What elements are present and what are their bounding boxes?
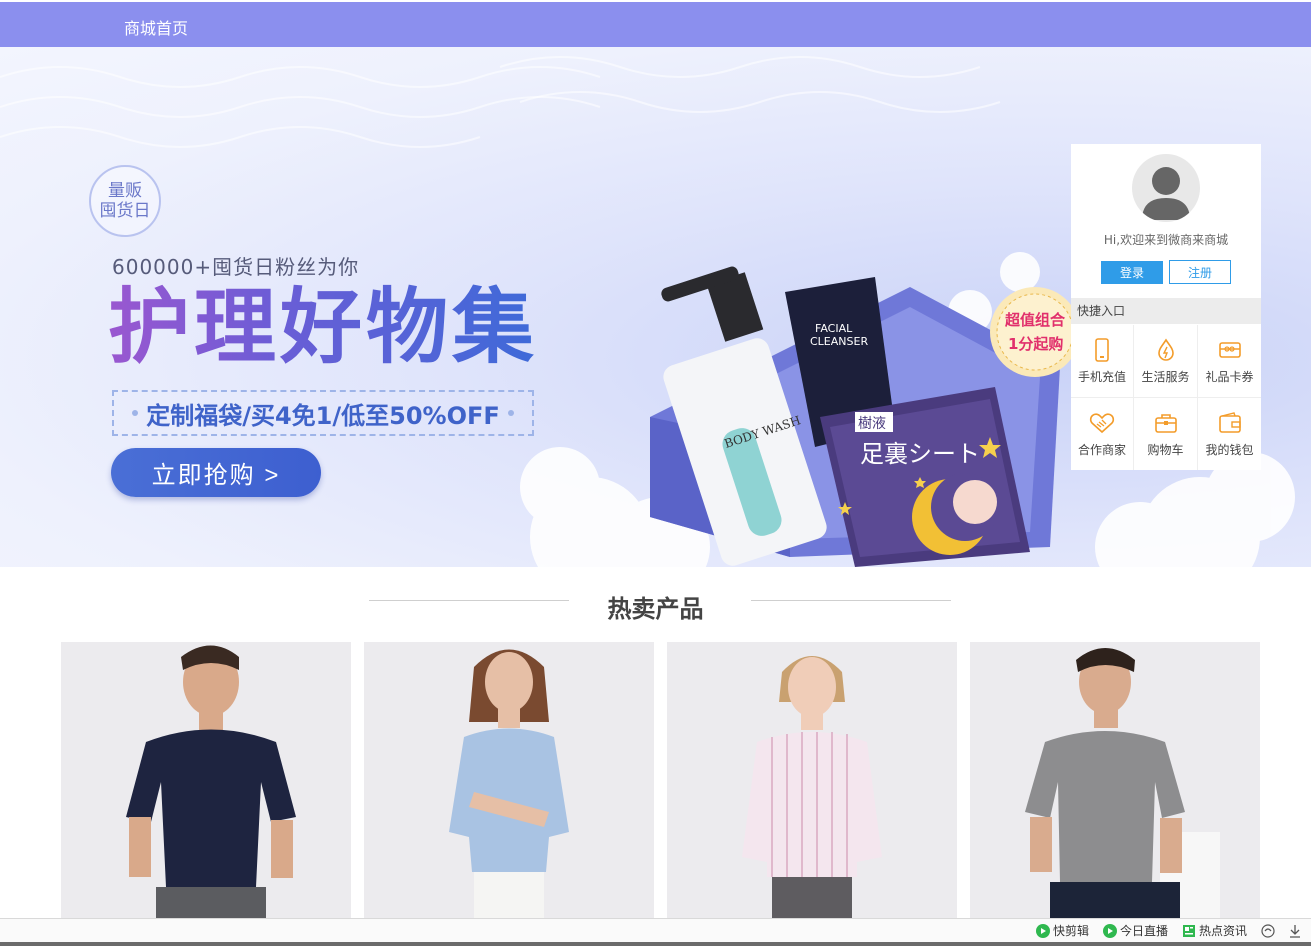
quick-item-label: 合作商家: [1077, 442, 1126, 457]
status-item-news[interactable]: 热点资讯: [1182, 922, 1247, 939]
status-item-label: 今日直播: [1119, 924, 1168, 938]
cart-icon: [1154, 413, 1177, 433]
quick-item-partner[interactable]: 合作商家: [1071, 398, 1133, 470]
login-button[interactable]: 登录: [1101, 261, 1163, 284]
phone-icon: [1095, 337, 1109, 362]
browser-settings-icon: [1261, 923, 1275, 938]
product-illustration: BODY WASH FACIAL CLEANSER 足裏シート 樹液 超值组合 …: [650, 266, 1080, 567]
quick-item-label: 礼品卡券: [1205, 369, 1254, 384]
quick-item-wallet[interactable]: 我的钱包: [1198, 398, 1261, 470]
product-card[interactable]: [970, 642, 1260, 918]
download-icon: [1290, 924, 1300, 938]
banner-headline: 护理好物集: [108, 273, 538, 383]
user-panel: Hi,欢迎来到微商来商城 登录 注册 快捷入口 手机充值 生活服务 礼品卡券 合…: [1071, 144, 1261, 470]
status-item-download[interactable]: [1289, 924, 1301, 938]
gift-card-icon: [1218, 341, 1241, 358]
nav-home-link[interactable]: 商城首页: [124, 15, 188, 39]
status-items: 快剪辑 今日直播 热点资讯: [1035, 922, 1301, 939]
promo-dot-left: [132, 410, 139, 416]
hot-products-title: 热卖产品: [607, 595, 704, 623]
status-item-quick-edit[interactable]: 快剪辑: [1035, 922, 1089, 939]
avatar: [1132, 154, 1200, 222]
quick-entry-title: 快捷入口: [1071, 298, 1261, 324]
quick-item-label: 手机充值: [1077, 369, 1126, 384]
quick-item-label: 我的钱包: [1205, 442, 1254, 457]
handshake-icon: [1089, 412, 1115, 433]
quick-item-life-service[interactable]: 生活服务: [1134, 325, 1197, 397]
product-image: [61, 642, 351, 918]
product-image: [970, 642, 1260, 918]
quick-item-phone-recharge[interactable]: 手机充值: [1071, 325, 1133, 397]
product-image: [667, 642, 957, 918]
combo-tag-line-1: 超值组合: [1004, 311, 1066, 329]
promo-text: 定制福袋/买4免1/低至50%OFF: [146, 401, 500, 430]
quick-entry-grid: 手机充值 生活服务 礼品卡券 合作商家 购物车 我的钱包: [1071, 325, 1261, 470]
welcome-text: Hi,欢迎来到微商来商城: [1103, 233, 1229, 247]
product-card[interactable]: [61, 642, 351, 918]
wallet-icon: [1218, 411, 1241, 433]
status-item-browser-settings[interactable]: [1261, 923, 1275, 938]
promo-strip: 定制福袋/买4免1/低至50%OFF: [112, 390, 534, 436]
promo-dot-right: [507, 410, 514, 416]
quick-item-label: 购物车: [1147, 442, 1184, 457]
product-image: [364, 642, 654, 918]
quick-item-gift-card[interactable]: 礼品卡券: [1198, 325, 1261, 397]
buy-now-button[interactable]: 立即抢购 >: [111, 448, 321, 497]
promo-badge: 量贩 囤货日: [89, 165, 161, 237]
flame-icon: [1157, 338, 1174, 361]
news-icon: [1182, 924, 1195, 937]
product-card[interactable]: [667, 642, 957, 918]
play-icon: [1035, 923, 1050, 938]
product-card[interactable]: [364, 642, 654, 918]
user-avatar-icon: [1142, 167, 1190, 220]
browser-status-bar: 快剪辑 今日直播 热点资讯: [0, 918, 1311, 942]
box-title: 足裏シート: [860, 440, 980, 468]
status-item-live[interactable]: 今日直播: [1102, 922, 1168, 939]
status-item-label: 热点资讯: [1198, 924, 1247, 938]
combo-tag-line-2: 1分起购: [1008, 335, 1063, 353]
badge-line-2: 囤货日: [99, 201, 151, 221]
quick-item-label: 生活服务: [1141, 369, 1190, 384]
play-icon: [1102, 923, 1117, 938]
status-item-label: 快剪辑: [1052, 924, 1089, 938]
cleanser-label-1: FACIAL: [815, 322, 853, 335]
hot-title-divider-right: [751, 600, 951, 601]
top-nav: 商城首页: [0, 2, 1311, 47]
quick-item-cart[interactable]: 购物车: [1134, 398, 1197, 470]
badge-line-1: 量贩: [108, 181, 142, 201]
register-button[interactable]: 注册: [1169, 260, 1231, 284]
box-badge: 樹液: [858, 416, 886, 432]
cleanser-label-2: CLEANSER: [810, 335, 868, 348]
taskbar: [0, 942, 1311, 946]
